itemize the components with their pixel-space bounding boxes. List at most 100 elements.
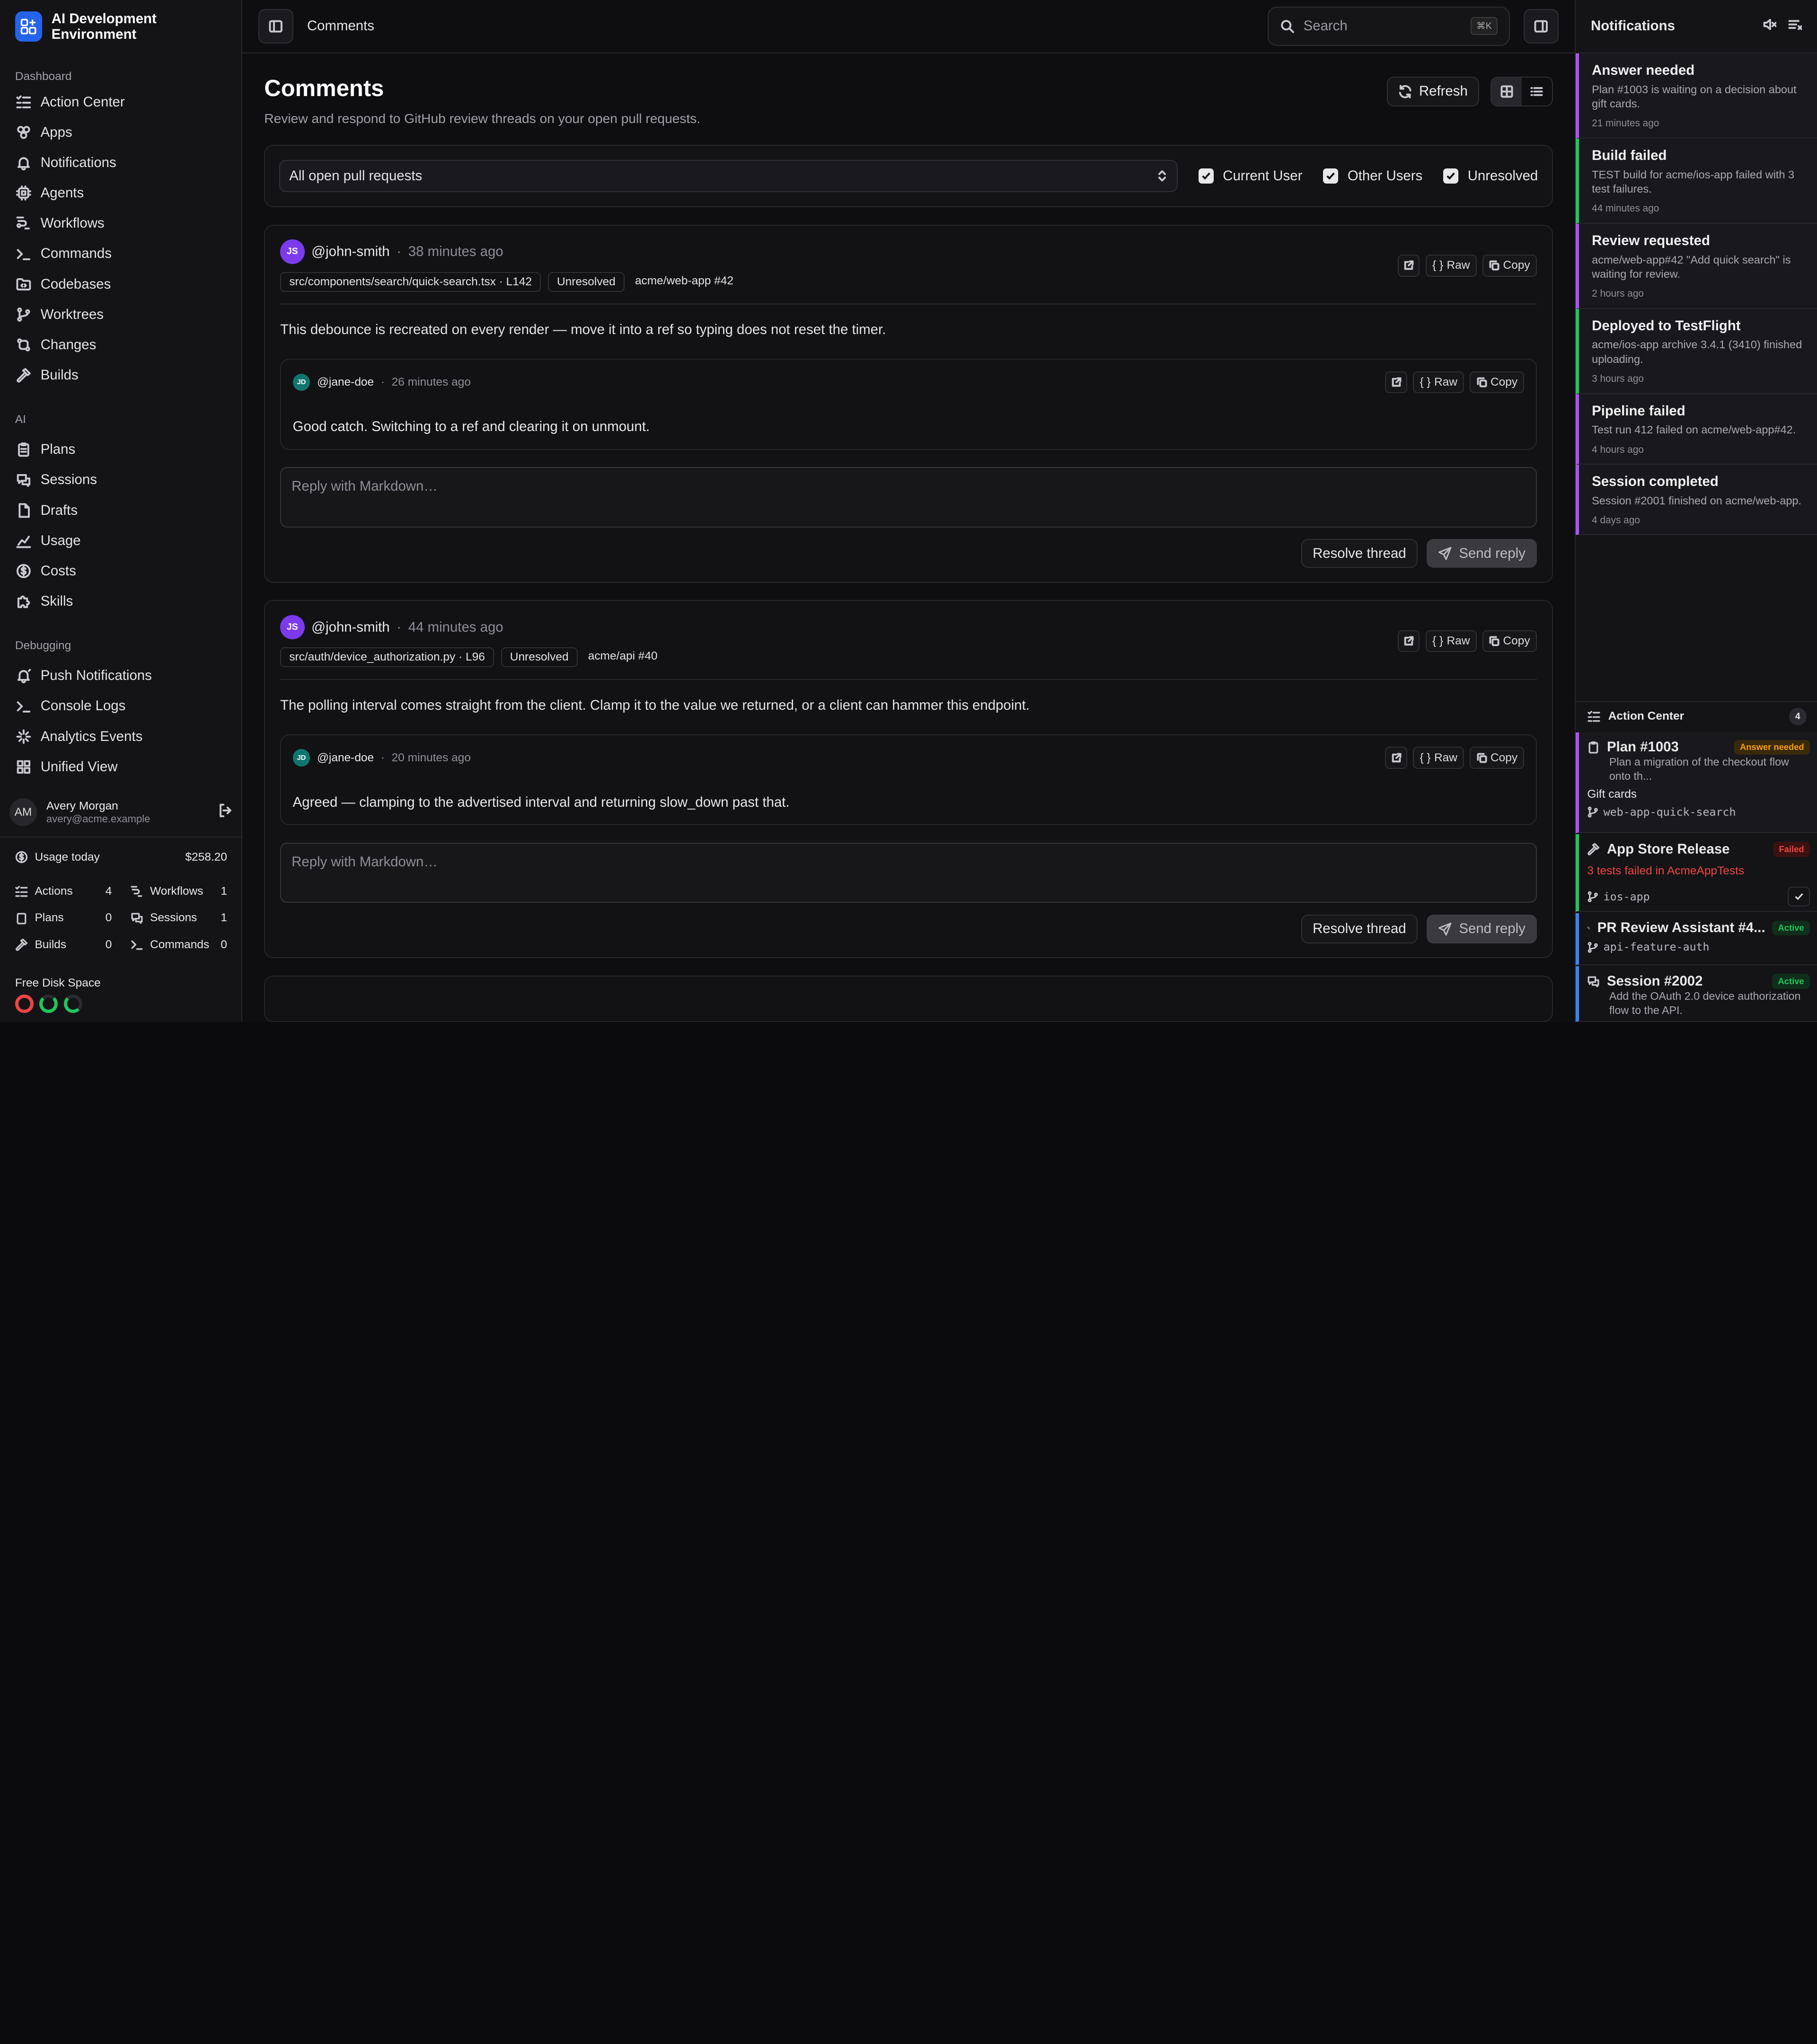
open-external-button[interactable] (1397, 630, 1420, 652)
author[interactable]: @john-smith (311, 619, 389, 635)
file-location-tag[interactable]: src/components/search/quick-search.tsx ·… (280, 272, 541, 292)
reply-body: Agreed — clamping to the advertised inte… (292, 794, 790, 810)
nav-agents[interactable]: Agents (0, 178, 241, 208)
usage-stat-builds[interactable]: Builds 0 (15, 931, 112, 958)
nav-push-notifications[interactable]: Push Notifications (0, 661, 241, 691)
logout-icon[interactable] (218, 802, 233, 823)
nav-unified-view[interactable]: Unified View (0, 752, 241, 782)
usage-stat-actions[interactable]: Actions 4 (15, 878, 112, 905)
raw-button[interactable]: { } Raw (1413, 747, 1464, 769)
copy-button[interactable]: Copy (1482, 630, 1537, 652)
usage-stat-sessions[interactable]: Sessions 1 (131, 905, 227, 931)
disk-ring-1[interactable] (15, 994, 34, 1013)
nav-workflows[interactable]: Workflows (0, 208, 241, 238)
reply-textarea[interactable]: Reply with Markdown… (280, 467, 1537, 528)
usage-stat-commands[interactable]: Commands 0 (131, 931, 227, 958)
notification-item[interactable]: Build failed TEST build for acme/ios-app … (1576, 138, 1817, 224)
copy-button[interactable]: Copy (1470, 747, 1525, 769)
repo-link[interactable]: acme/web-app #42 (632, 272, 737, 292)
nav-label: Codebases (40, 276, 111, 292)
filter-other-users[interactable]: Other Users (1323, 168, 1422, 184)
send-reply-button[interactable]: Send reply (1427, 539, 1537, 568)
nav-console-logs[interactable]: Console Logs (0, 691, 241, 721)
repo-link[interactable]: acme/api #40 (584, 647, 661, 667)
clipboard-icon (17, 913, 26, 925)
disk-ring-3[interactable] (63, 994, 82, 1013)
author[interactable]: @john-smith (311, 244, 389, 260)
send-reply-button[interactable]: Send reply (1427, 914, 1537, 943)
reply-textarea[interactable]: Reply with Markdown… (280, 842, 1537, 903)
checkbox-checked-icon[interactable] (1443, 168, 1459, 184)
action-item-session[interactable]: Session #2002 Active Add the OAuth 2.0 de… (1576, 966, 1817, 1022)
review-thread: JS @john-smith · 38 minutes ago src/comp… (264, 224, 1553, 583)
toggle-right-panel-button[interactable] (1524, 9, 1559, 44)
resolve-thread-button[interactable]: Resolve thread (1301, 914, 1418, 943)
copy-button[interactable]: Copy (1482, 255, 1537, 277)
clear-all-icon[interactable] (1788, 18, 1802, 35)
check-icon[interactable] (1788, 887, 1810, 907)
file-location-tag[interactable]: src/auth/device_authorization.py · L96 (280, 647, 494, 668)
open-external-button[interactable] (1385, 371, 1407, 394)
toggle-sidebar-button[interactable] (258, 9, 293, 44)
nav-builds[interactable]: Builds (0, 360, 241, 390)
nav-notifications[interactable]: Notifications (0, 148, 241, 178)
resolve-thread-button[interactable]: Resolve thread (1301, 539, 1418, 568)
nav-costs[interactable]: Costs (0, 556, 241, 586)
nav-analytics-events[interactable]: Analytics Events (0, 722, 241, 752)
raw-button[interactable]: { } Raw (1413, 371, 1464, 394)
nav-action-center[interactable]: Action Center (0, 87, 241, 117)
notification-item[interactable]: Deployed to TestFlight acme/ios-app archi… (1576, 308, 1817, 394)
external-link-icon (1392, 377, 1402, 387)
open-external-button[interactable] (1397, 255, 1420, 277)
action-item-review[interactable]: PR Review Assistant #4... Active api-feat… (1576, 913, 1817, 965)
cpu-icon (16, 185, 32, 201)
author[interactable]: @jane-doe (317, 376, 374, 389)
open-external-button[interactable] (1385, 747, 1407, 769)
copy-label: Copy (1503, 259, 1530, 272)
terminal-icon (17, 701, 31, 713)
pull-request-select[interactable]: All open pull requests (279, 159, 1178, 193)
nav-worktrees[interactable]: Worktrees (0, 300, 241, 330)
action-title: Session #2002 (1606, 973, 1703, 989)
nav-plans[interactable]: Plans (0, 434, 241, 465)
nav-skills[interactable]: Skills (0, 586, 241, 617)
refresh-icon (1399, 85, 1411, 98)
disk-ring-2[interactable] (39, 994, 58, 1013)
nav-changes[interactable]: Changes (0, 330, 241, 360)
grid-view-button[interactable] (1491, 77, 1522, 106)
sidebar: AI Development Environment Dashboard Act… (0, 0, 242, 1022)
usage-stat-plans[interactable]: Plans 0 (15, 905, 112, 931)
filter-unresolved[interactable]: Unresolved (1443, 168, 1538, 184)
author[interactable]: @jane-doe (317, 751, 374, 765)
notification-item[interactable]: Review requested acme/web-app#42 "Add qui… (1576, 223, 1817, 309)
checkbox-checked-icon[interactable] (1323, 168, 1339, 184)
search-icon (1280, 19, 1294, 33)
notification-item[interactable]: Pipeline failed Test run 412 failed on ac… (1576, 394, 1817, 465)
brand[interactable]: AI Development Environment (0, 0, 241, 53)
nav-usage[interactable]: Usage (0, 526, 241, 556)
nav-apps[interactable]: Apps (0, 117, 241, 148)
nav-commands[interactable]: Commands (0, 238, 241, 269)
notification-time: 2 hours ago (1592, 288, 1644, 300)
notification-item[interactable]: Answer needed Plan #1003 is waiting on a … (1576, 53, 1817, 139)
copy-button[interactable]: Copy (1470, 371, 1525, 394)
list-view-button[interactable] (1522, 78, 1552, 106)
user-profile[interactable]: AM Avery Morgan avery@acme.example (0, 795, 242, 829)
notification-desc: TEST build for acme/ios-app failed with … (1592, 168, 1795, 195)
raw-button[interactable]: { } Raw (1425, 630, 1477, 652)
nav-sessions[interactable]: Sessions (0, 465, 241, 495)
action-item-build[interactable]: App Store Release Failed 3 tests failed i… (1576, 834, 1817, 912)
action-center-header[interactable]: Action Center 4 (1576, 701, 1817, 731)
nav-codebases[interactable]: Codebases (0, 269, 241, 300)
avatar: JD (292, 373, 310, 391)
action-item-plan[interactable]: Plan #1003 Answer needed Plan a migration… (1576, 732, 1817, 833)
usage-stat-workflows[interactable]: Workflows 1 (130, 878, 227, 905)
refresh-button[interactable]: Refresh (1386, 76, 1479, 107)
checkbox-checked-icon[interactable] (1198, 168, 1214, 184)
notification-item[interactable]: Session completed Session #2001 finished … (1576, 464, 1817, 536)
raw-button[interactable]: { } Raw (1425, 255, 1477, 277)
mute-icon[interactable] (1763, 18, 1777, 35)
search-input[interactable]: Search ⌘K (1268, 6, 1510, 46)
filter-current-user[interactable]: Current User (1198, 168, 1302, 184)
nav-drafts[interactable]: Drafts (0, 495, 241, 526)
